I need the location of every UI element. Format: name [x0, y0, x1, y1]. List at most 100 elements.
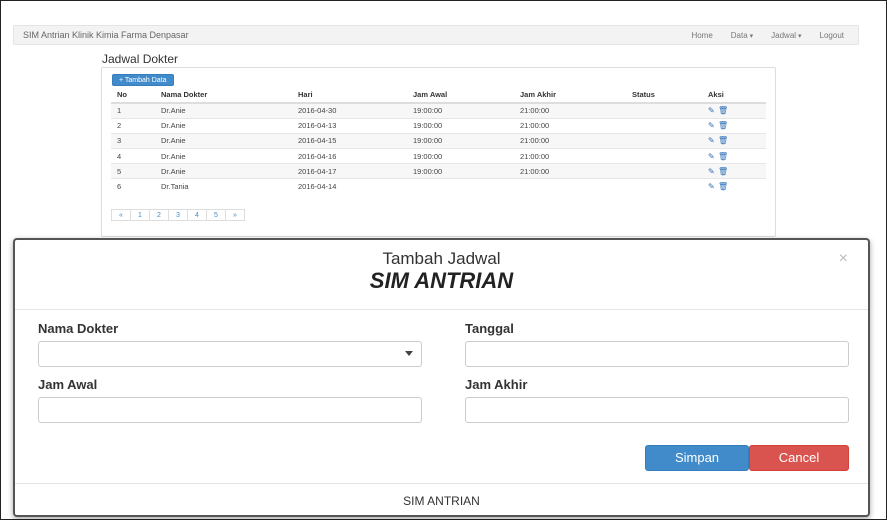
- cell-nama-dokter: Dr.Anie: [155, 148, 292, 164]
- trash-icon[interactable]: 🗑: [718, 167, 728, 176]
- nav-jadwal-dropdown[interactable]: Jadwal: [771, 31, 801, 40]
- cell-aksi: ✎ 🗑: [702, 163, 766, 179]
- cell-jam-awal: 19:00:00: [407, 132, 514, 149]
- cell-no: 4: [111, 148, 155, 164]
- jam-awal-input[interactable]: [38, 397, 422, 423]
- cell-hari: 2016-04-30: [292, 102, 407, 119]
- navbar: SIM Antrian Klinik Kimia Farma Denpasar …: [13, 25, 859, 45]
- cell-aksi: ✎ 🗑: [702, 148, 766, 164]
- cell-hari: 2016-04-16: [292, 148, 407, 164]
- cell-jam-akhir: 21:00:00: [514, 163, 626, 179]
- cell-status: [626, 117, 702, 134]
- col-header-nama-dokter: Nama Dokter: [155, 87, 292, 104]
- cell-jam-awal: 19:00:00: [407, 102, 514, 119]
- close-icon[interactable]: ×: [839, 250, 848, 268]
- trash-icon[interactable]: 🗑: [718, 122, 728, 130]
- table-row: 4 Dr.Anie 2016-04-16 19:00:00 21:00:00 ✎…: [111, 148, 766, 164]
- page-1[interactable]: 1: [130, 209, 150, 221]
- schedule-table: No Nama Dokter Hari Jam Awal Jam Akhir S…: [111, 87, 766, 195]
- page-2[interactable]: 2: [149, 209, 169, 221]
- page-5[interactable]: 5: [206, 209, 226, 221]
- cell-no: 5: [111, 163, 155, 179]
- cell-nama-dokter: Dr.Anie: [155, 117, 292, 134]
- table-row: 5 Dr.Anie 2016-04-17 19:00:00 21:00:00 ✎…: [111, 163, 766, 179]
- nav-logout[interactable]: Logout: [820, 31, 844, 40]
- cell-hari: 2016-04-14: [292, 178, 407, 195]
- cell-nama-dokter: Dr.Anie: [155, 163, 292, 179]
- edit-icon[interactable]: ✎: [708, 122, 716, 130]
- add-data-button[interactable]: + Tambah Data: [112, 74, 174, 86]
- col-header-no: No: [111, 87, 155, 104]
- col-header-aksi: Aksi: [702, 87, 766, 104]
- jam-akhir-label: Jam Akhir: [465, 377, 528, 392]
- cell-jam-awal: 19:00:00: [407, 163, 514, 179]
- page-title: Jadwal Dokter: [102, 52, 179, 66]
- cell-aksi: ✎ 🗑: [702, 132, 766, 149]
- col-header-hari: Hari: [292, 87, 407, 104]
- cell-nama-dokter: Dr.Tania: [155, 178, 292, 195]
- cell-no: 6: [111, 178, 155, 195]
- save-button[interactable]: Simpan: [645, 445, 749, 471]
- cell-jam-akhir: 21:00:00: [514, 148, 626, 164]
- page-4[interactable]: 4: [187, 209, 207, 221]
- add-schedule-modal: Tambah Jadwal SIM ANTRIAN × Nama Dokter …: [13, 238, 870, 517]
- trash-icon[interactable]: 🗑: [718, 152, 728, 161]
- schedule-panel: + Tambah Data No Nama Dokter Hari Jam Aw…: [101, 67, 776, 237]
- col-header-status: Status: [626, 87, 702, 104]
- cell-hari: 2016-04-13: [292, 117, 407, 134]
- col-header-jam-akhir: Jam Akhir: [514, 87, 626, 104]
- nav-home[interactable]: Home: [691, 31, 712, 40]
- edit-icon[interactable]: ✎: [708, 152, 716, 161]
- tanggal-input[interactable]: [465, 341, 849, 367]
- modal-footer: SIM ANTRIAN: [15, 483, 868, 517]
- cell-no: 3: [111, 132, 155, 149]
- jam-awal-label: Jam Awal: [38, 377, 98, 392]
- col-header-jam-awal: Jam Awal: [407, 87, 514, 104]
- edit-icon[interactable]: ✎: [708, 183, 716, 191]
- page-next[interactable]: »: [225, 209, 245, 221]
- nama-dokter-label: Nama Dokter: [38, 321, 119, 336]
- cell-jam-akhir: [514, 178, 626, 195]
- cell-aksi: ✎ 🗑: [702, 178, 766, 195]
- cell-nama-dokter: Dr.Anie: [155, 132, 292, 149]
- modal-subtitle: SIM ANTRIAN: [369, 268, 514, 293]
- page-prev[interactable]: «: [111, 209, 131, 221]
- cancel-button[interactable]: Cancel: [749, 445, 849, 471]
- cell-jam-awal: 19:00:00: [407, 117, 514, 134]
- cell-status: [626, 102, 702, 119]
- table-header-row: No Nama Dokter Hari Jam Awal Jam Akhir S…: [111, 87, 766, 104]
- tanggal-label: Tanggal: [465, 321, 514, 336]
- trash-icon[interactable]: 🗑: [718, 107, 728, 115]
- table-row: 6 Dr.Tania 2016-04-14 ✎ 🗑: [111, 178, 766, 195]
- trash-icon[interactable]: 🗑: [718, 137, 728, 145]
- jam-akhir-input[interactable]: [465, 397, 849, 423]
- nama-dokter-select[interactable]: [38, 341, 422, 367]
- cell-hari: 2016-04-15: [292, 132, 407, 149]
- nav-data-dropdown[interactable]: Data: [731, 31, 753, 40]
- page-3[interactable]: 3: [168, 209, 188, 221]
- cell-aksi: ✎ 🗑: [702, 102, 766, 119]
- cell-jam-awal: 19:00:00: [407, 148, 514, 164]
- cell-jam-akhir: 21:00:00: [514, 102, 626, 119]
- cell-status: [626, 178, 702, 195]
- table-row: 3 Dr.Anie 2016-04-15 19:00:00 21:00:00 ✎…: [111, 132, 766, 149]
- edit-icon[interactable]: ✎: [708, 137, 716, 145]
- pagination: « 1 2 3 4 5 »: [111, 209, 245, 221]
- modal-title: Tambah Jadwal: [382, 249, 501, 268]
- table-row: 1 Dr.Anie 2016-04-30 19:00:00 21:00:00 ✎…: [111, 102, 766, 119]
- cell-no: 2: [111, 117, 155, 134]
- trash-icon[interactable]: 🗑: [718, 183, 728, 191]
- cell-status: [626, 148, 702, 164]
- edit-icon[interactable]: ✎: [708, 167, 716, 176]
- modal-header: Tambah Jadwal SIM ANTRIAN ×: [15, 240, 868, 310]
- cell-nama-dokter: Dr.Anie: [155, 102, 292, 119]
- screenshot-frame: SIM Antrian Klinik Kimia Farma Denpasar …: [0, 0, 887, 520]
- cell-status: [626, 132, 702, 149]
- table-row: 2 Dr.Anie 2016-04-13 19:00:00 21:00:00 ✎…: [111, 117, 766, 134]
- cell-hari: 2016-04-17: [292, 163, 407, 179]
- cell-no: 1: [111, 102, 155, 119]
- cell-jam-akhir: 21:00:00: [514, 117, 626, 134]
- cell-jam-akhir: 21:00:00: [514, 132, 626, 149]
- navbar-brand[interactable]: SIM Antrian Klinik Kimia Farma Denpasar: [23, 30, 189, 40]
- edit-icon[interactable]: ✎: [708, 107, 716, 115]
